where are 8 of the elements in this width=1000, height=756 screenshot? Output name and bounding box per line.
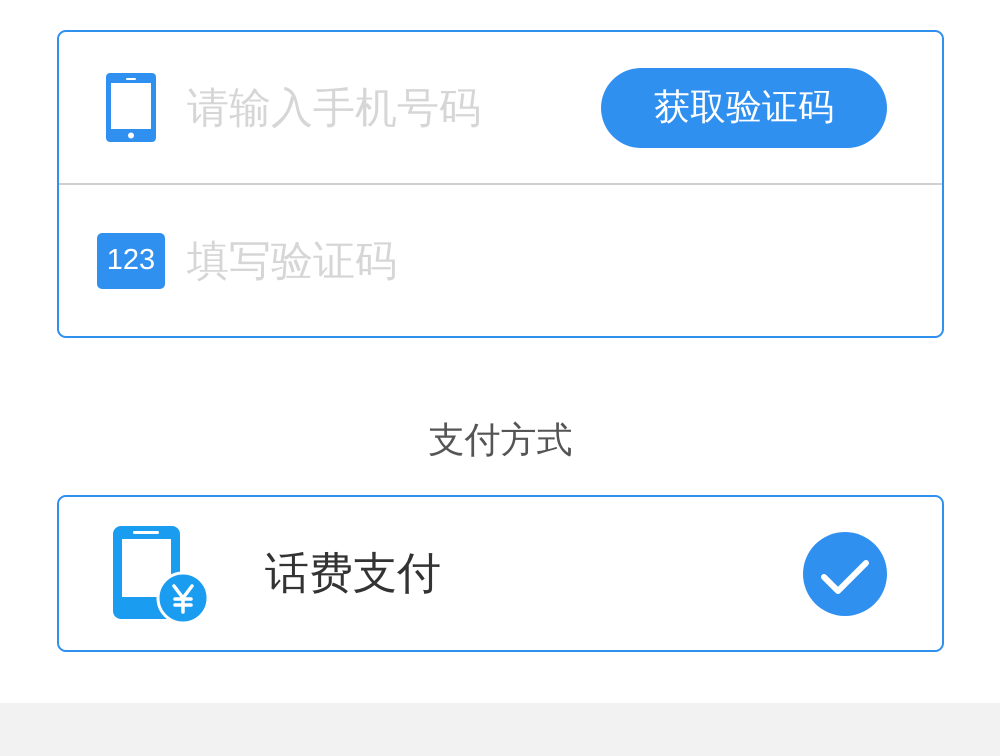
phone-icon [106, 73, 156, 142]
payment-option[interactable]: 话费支付 [57, 495, 944, 652]
section-title: 支付方式 [428, 418, 572, 462]
number-badge: 123 [97, 232, 165, 288]
get-code-button[interactable]: 获取验证码 [601, 68, 887, 148]
phone-yen-icon [113, 524, 209, 624]
checkmark-circle-icon[interactable] [803, 532, 887, 616]
payment-label: 话费支付 [265, 548, 442, 600]
